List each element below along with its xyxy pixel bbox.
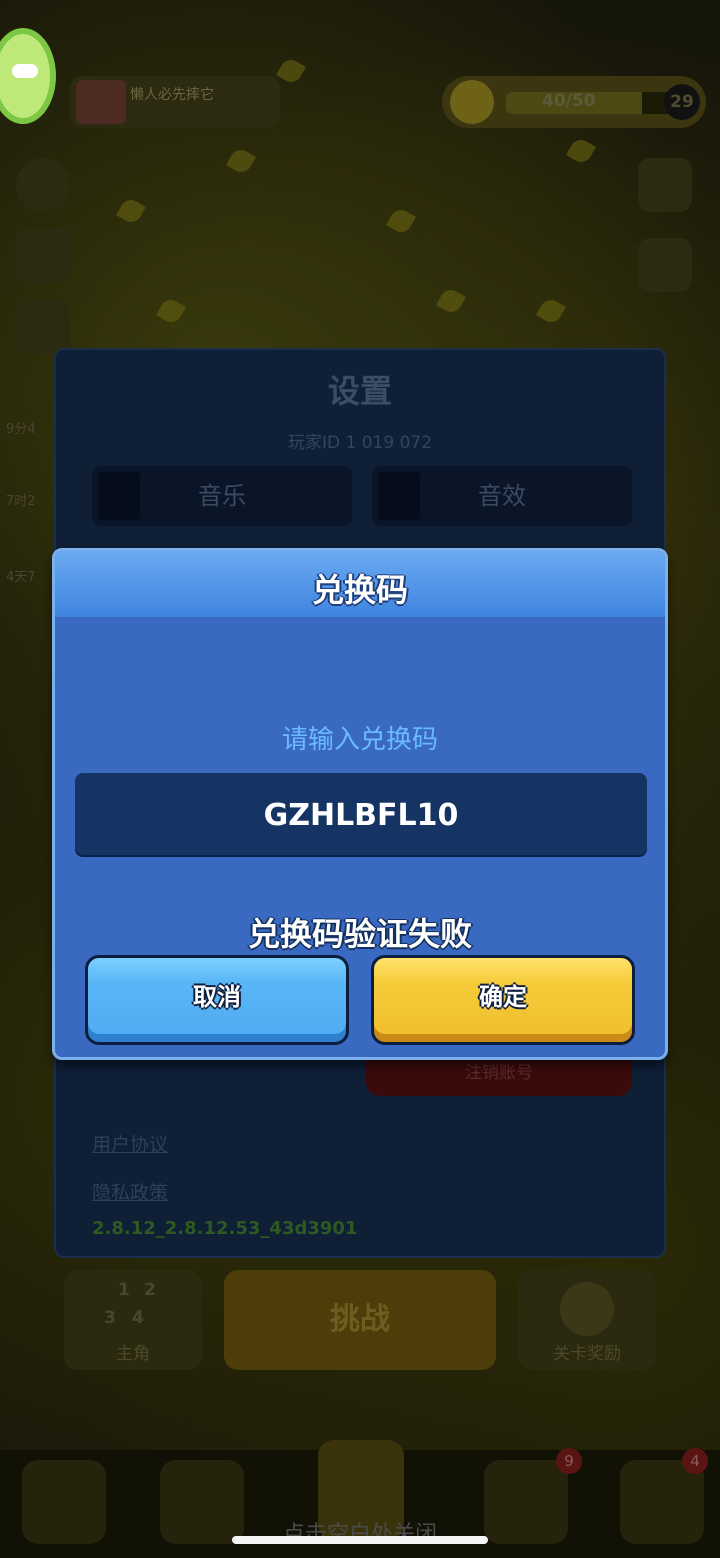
redeem-code-input[interactable] — [75, 773, 647, 857]
leaf-decoration — [115, 195, 147, 227]
gear-icon[interactable] — [16, 158, 70, 212]
privacy-policy-link[interactable]: 隐私政策 — [92, 1178, 168, 1205]
leaf-decoration — [155, 295, 187, 327]
dice-icon: 1 2 3 4 — [104, 1280, 156, 1328]
challenge-button[interactable]: 挑战 — [224, 1270, 496, 1370]
shop-icon[interactable] — [638, 158, 692, 212]
settings-title: 设置 — [327, 372, 392, 410]
pass-icon[interactable] — [638, 238, 692, 292]
error-message: 兑换码验证失败 — [247, 915, 472, 953]
level-badge: 29 — [664, 84, 700, 120]
xp-text: 40/50 — [542, 91, 596, 111]
leaf-decoration — [225, 145, 257, 177]
xp-bar: 40/50 29 — [442, 76, 706, 128]
mail-icon[interactable] — [16, 228, 70, 282]
version-label: 2.8.12_2.8.12.53_43d3901 — [92, 1218, 358, 1239]
dialog-header: 兑换码 — [55, 551, 665, 617]
timer-label: 9分4 — [6, 422, 36, 437]
toggle-knob — [378, 472, 420, 520]
tab-event-badge: 4 — [682, 1448, 708, 1474]
star-icon — [450, 80, 494, 124]
leaf-decoration — [565, 135, 597, 167]
tab-pet-badge: 9 — [556, 1448, 582, 1474]
leaf-decoration — [275, 55, 307, 87]
hero-button[interactable]: 1 2 3 4 主角 — [64, 1270, 202, 1370]
hero-button-label: 主角 — [116, 1344, 150, 1364]
reward-icon — [560, 1282, 614, 1336]
timer-label: 7时2 — [6, 494, 36, 509]
stage-reward-button[interactable]: 关卡奖励 — [518, 1270, 656, 1370]
event-banner-text: 懒人必先摔它 — [130, 87, 214, 103]
redeem-prompt: 请输入兑换码 — [281, 725, 438, 755]
event-thumbnail — [76, 80, 126, 124]
logout-button[interactable]: 注销账号 — [366, 1056, 632, 1096]
timer-label: 4天7 — [6, 570, 36, 585]
redeem-dialog: 兑换码 请输入兑换码 兑换码验证失败 取消 确定 — [52, 548, 668, 1060]
gift-icon[interactable] — [16, 300, 70, 354]
player-avatar[interactable] — [0, 28, 56, 124]
user-agreement-link[interactable]: 用户协议 — [92, 1130, 168, 1157]
leaf-decoration — [535, 295, 567, 327]
sfx-label: 音效 — [478, 482, 526, 510]
player-id: 玩家ID 1 019 072 — [287, 433, 433, 453]
cancel-button[interactable]: 取消 — [85, 955, 349, 1045]
toggle-knob — [98, 472, 140, 520]
home-indicator[interactable] — [232, 1536, 488, 1544]
confirm-button[interactable]: 确定 — [371, 955, 635, 1045]
leaf-decoration — [385, 205, 417, 237]
sfx-toggle[interactable]: 音效 — [372, 466, 632, 526]
leaf-decoration — [435, 285, 467, 317]
dialog-title: 兑换码 — [311, 571, 408, 609]
music-toggle[interactable]: 音乐 — [92, 466, 352, 526]
stage-reward-label: 关卡奖励 — [553, 1344, 621, 1364]
event-banner[interactable]: 懒人必先摔它 — [70, 76, 280, 128]
music-label: 音乐 — [198, 482, 246, 510]
